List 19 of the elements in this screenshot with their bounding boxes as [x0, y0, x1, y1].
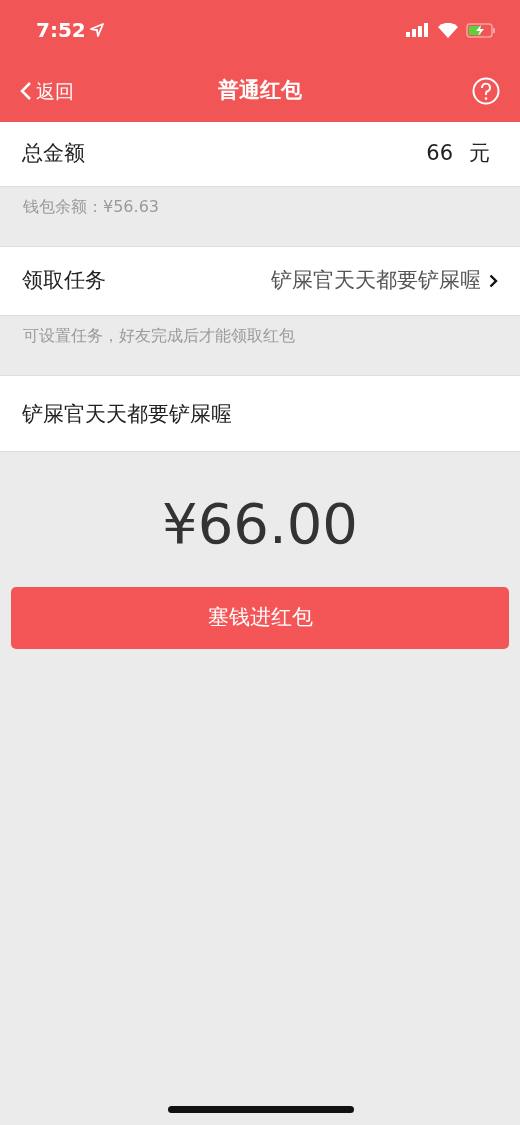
unit-label: 元	[469, 140, 490, 168]
back-icon	[20, 81, 32, 101]
total-amount: ¥66.00	[162, 491, 358, 556]
task-row[interactable]: 领取任务 铲屎官天天都要铲屎喔	[0, 247, 520, 316]
task-note: 可设置任务，好友完成后才能领取红包	[23, 326, 295, 345]
amount-field[interactable]: 66	[413, 138, 453, 170]
location-icon	[89, 23, 104, 37]
page-title: 普通红包	[218, 78, 302, 103]
signal-icon	[406, 23, 430, 37]
help-icon[interactable]	[472, 77, 500, 105]
message-field[interactable]: 铲屎官天天都要铲屎喔	[0, 376, 520, 452]
balance-note: 钱包余额：¥56.63	[23, 197, 159, 216]
wifi-icon	[438, 22, 458, 38]
chevron-icon	[489, 274, 498, 288]
task-label: 领取任务	[22, 267, 106, 295]
status-time: 7:52	[36, 17, 86, 44]
task-value: 铲屎官天天都要铲屎喔	[271, 267, 481, 295]
amount-label: 总金额	[22, 140, 85, 168]
battery-icon	[466, 22, 496, 38]
